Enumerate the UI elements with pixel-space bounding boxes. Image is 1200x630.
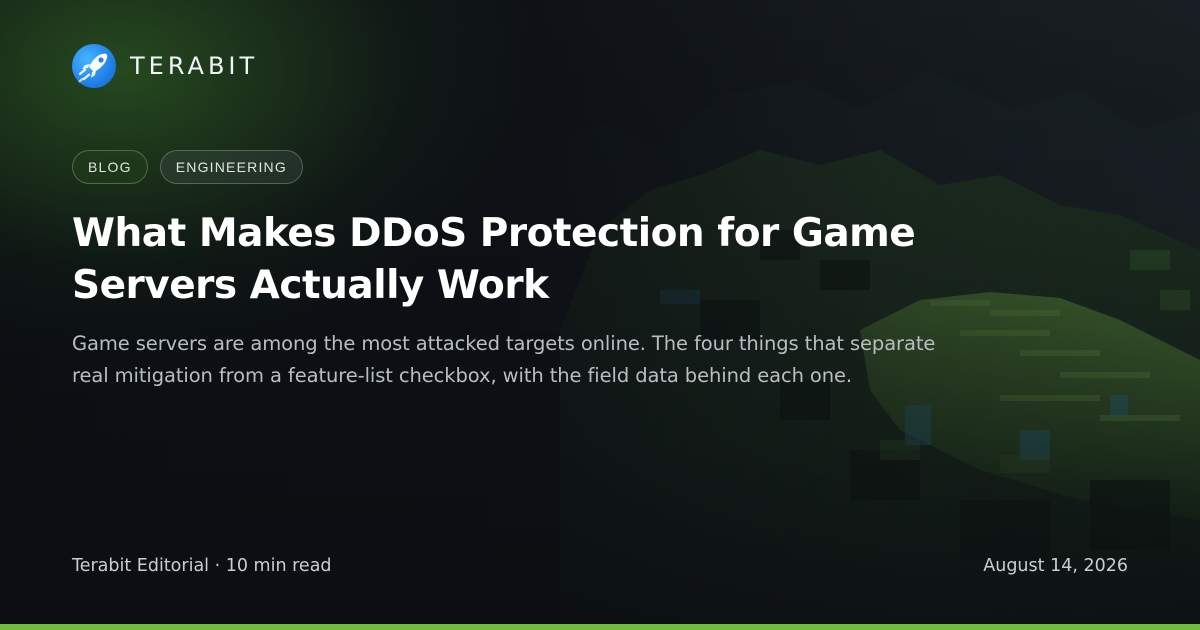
article-meta: Terabit Editorial · 10 min read <box>72 556 332 576</box>
rocket-icon <box>72 44 116 88</box>
og-card: TERABIT BLOG ENGINEERING What Makes DDoS… <box>0 0 1200 630</box>
tag-engineering[interactable]: ENGINEERING <box>159 150 303 184</box>
article-description: Game servers are among the most attacked… <box>72 332 936 387</box>
brand-name: TERABIT <box>130 52 259 80</box>
article-title: What Makes DDoS Protection for Game Serv… <box>72 211 916 308</box>
brand-logo[interactable]: TERABIT <box>72 44 258 88</box>
tag-blog[interactable]: BLOG <box>72 150 148 184</box>
article-date: August 14, 2026 <box>983 556 1128 576</box>
background-overlay <box>0 0 1200 630</box>
accent-bar <box>0 624 1200 630</box>
tag-list: BLOG ENGINEERING <box>72 150 303 184</box>
